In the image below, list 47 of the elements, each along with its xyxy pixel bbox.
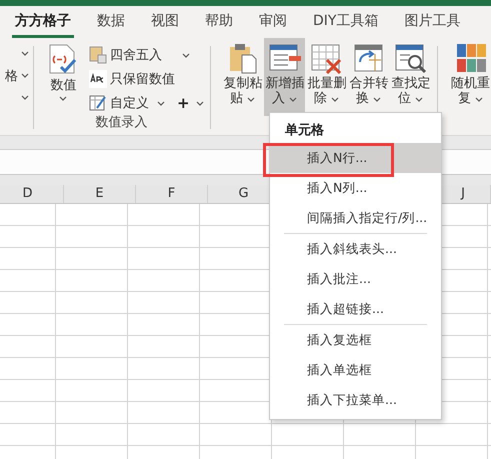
menu-item[interactable]: 插入复选框 bbox=[269, 325, 441, 355]
menu-item[interactable]: 插入下拉菜单... bbox=[269, 385, 441, 415]
ribbon-button[interactable]: 随机重复 bbox=[450, 38, 491, 116]
caret-icon bbox=[59, 96, 68, 101]
menu-item[interactable]: 插入超链接... bbox=[269, 294, 441, 324]
ribbon-tab[interactable]: DIY工具箱 bbox=[310, 6, 382, 38]
ribbon-item[interactable]: 格 bbox=[4, 66, 18, 84]
column-header[interactable]: F bbox=[136, 185, 208, 203]
menu-item[interactable]: 插入批注... bbox=[269, 264, 441, 294]
ribbon-button[interactable]: 四舍五入 bbox=[88, 45, 190, 65]
ribbon-button[interactable]: 新增插入 bbox=[264, 38, 306, 116]
caret-icon bbox=[20, 51, 29, 56]
group-label: 数值录入 bbox=[96, 114, 148, 132]
caret-icon bbox=[247, 97, 256, 102]
caret-icon bbox=[415, 97, 424, 102]
color-grid-icon bbox=[454, 42, 486, 74]
ribbon-button[interactable]: 自定义 bbox=[88, 93, 165, 113]
plus-button[interactable]: + bbox=[176, 93, 204, 113]
menu-heading: 单元格 bbox=[284, 122, 325, 140]
ribbon-button[interactable]: 只保留数值 bbox=[88, 69, 175, 89]
caret-icon bbox=[196, 100, 204, 106]
table-pencil-icon bbox=[88, 94, 107, 112]
ribbon-tab[interactable]: 审阅 bbox=[256, 6, 290, 38]
search-icon bbox=[394, 42, 427, 74]
caret-icon bbox=[20, 73, 29, 78]
menu-item[interactable]: 插入N行... bbox=[269, 143, 441, 173]
caret-icon bbox=[475, 97, 484, 102]
column-header[interactable]: D bbox=[0, 185, 64, 203]
ribbon-tab[interactable]: 帮助 bbox=[202, 6, 236, 38]
menu-item[interactable]: 插入单选框 bbox=[269, 355, 441, 385]
table-merge-icon bbox=[352, 42, 385, 74]
ribbon-tab[interactable]: 方方格子 bbox=[12, 6, 74, 38]
caret-icon bbox=[20, 95, 29, 100]
grid-icon bbox=[88, 46, 107, 64]
ribbon-tab[interactable]: 视图 bbox=[148, 6, 182, 38]
ribbon-tab[interactable]: 数据 bbox=[94, 6, 128, 38]
menu-item[interactable]: 间隔插入指定行/列... bbox=[269, 203, 441, 233]
column-header[interactable]: E bbox=[64, 185, 136, 203]
text-abc-icon bbox=[88, 70, 107, 88]
table-delete-icon bbox=[310, 42, 343, 74]
caret-icon bbox=[289, 97, 298, 102]
ribbon-tab[interactable]: 图片工具 bbox=[401, 6, 464, 38]
caret-icon bbox=[331, 97, 340, 102]
menu-item[interactable]: 插入斜线表头... bbox=[269, 234, 441, 264]
number-button[interactable]: 数值 bbox=[46, 43, 81, 113]
caret-icon bbox=[373, 97, 382, 102]
ribbon-button[interactable]: 复制粘贴 bbox=[222, 38, 264, 116]
